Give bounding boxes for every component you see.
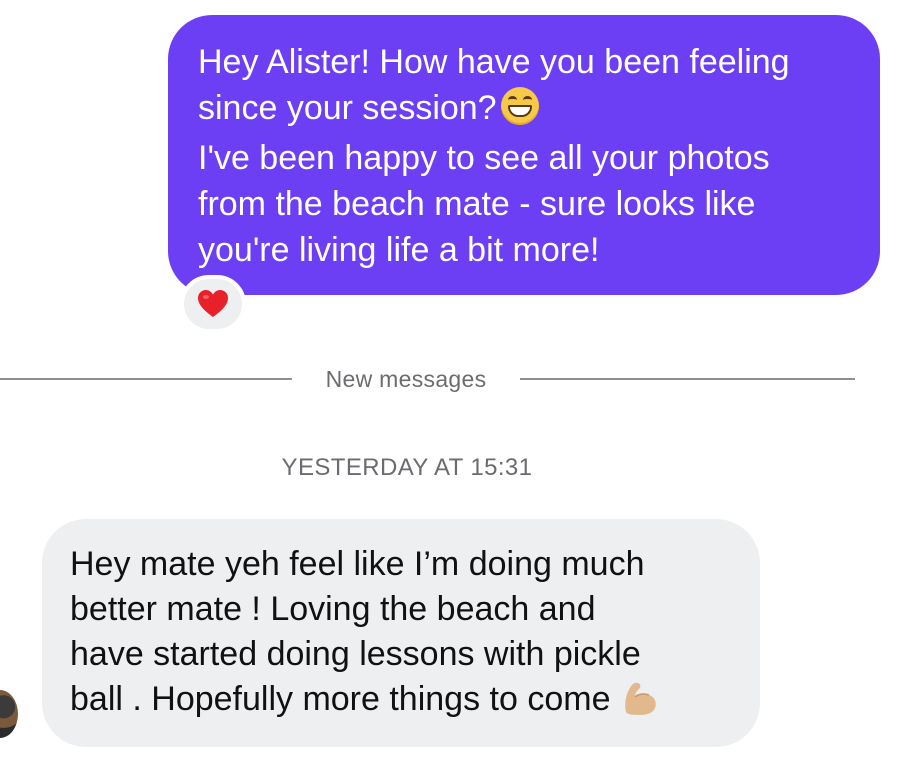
sender-avatar[interactable] xyxy=(0,690,18,738)
message-line: Hey Alister! How have you been feeling xyxy=(198,43,790,81)
divider-line-right xyxy=(520,378,855,380)
grinning-face-icon xyxy=(500,87,539,125)
message-line: from the beach mate - sure looks like xyxy=(198,185,756,223)
message-timestamp: YESTERDAY AT 15:31 xyxy=(281,454,533,481)
message-line: you're living life a bit more! xyxy=(198,231,600,269)
flexed-biceps-icon xyxy=(625,682,657,715)
message-text: ball . Hopefully more things to come xyxy=(70,680,611,718)
message-line: better mate ! Loving the beach and xyxy=(70,590,596,628)
message-line: I've been happy to see all your photos xyxy=(198,139,770,177)
message-line-with-emoji: ball . Hopefully more things to come xyxy=(70,677,740,722)
outgoing-message-bubble[interactable]: Hey Alister! How have you been feeling s… xyxy=(168,15,880,295)
divider-line-left xyxy=(0,378,292,380)
new-messages-divider: New messages xyxy=(325,366,487,392)
chat-thread: Hey Alister! How have you been feeling s… xyxy=(0,0,900,762)
red-heart-icon xyxy=(198,290,228,317)
incoming-message-bubble[interactable]: Hey mate yeh feel like I’m doing much be… xyxy=(42,519,760,747)
message-line-with-emoji: since your session? xyxy=(198,85,854,131)
message-reaction[interactable] xyxy=(180,275,246,333)
message-text: since your session? xyxy=(198,89,497,127)
message-line: have started doing lessons with pickle xyxy=(70,635,641,673)
message-line: Hey mate yeh feel like I’m doing much xyxy=(70,545,645,583)
